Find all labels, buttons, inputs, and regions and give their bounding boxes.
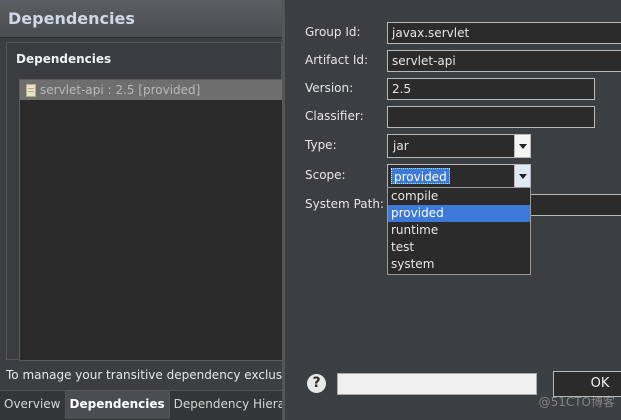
watermark: @51CTO博客 [538, 395, 615, 409]
editor-title: Dependencies [8, 9, 135, 28]
system-path-label: System Path: [305, 197, 384, 211]
editor-header: Dependencies [0, 0, 282, 38]
chevron-down-icon [519, 174, 527, 179]
section-title: Dependencies [16, 52, 112, 66]
scope-label: Scope: [305, 168, 346, 182]
scope-combo[interactable]: provided [387, 164, 531, 188]
artifact-id-field[interactable]: servlet-api [387, 50, 621, 72]
dependency-dialog: Group Id: javax.servlet Artifact Id: ser… [282, 0, 621, 420]
type-dropdown-button[interactable] [514, 135, 530, 157]
scope-option-system[interactable]: system [388, 256, 530, 273]
type-combo[interactable]: jar [387, 134, 531, 158]
list-item[interactable]: servlet-api : 2.5 [provided] [20, 80, 284, 100]
classifier-label: Classifier: [305, 109, 364, 123]
type-value: jar [393, 139, 409, 153]
scope-dropdown-list[interactable]: compile provided runtime test system [387, 187, 531, 275]
scope-value: provided [391, 168, 450, 184]
transitive-hint-text: To manage your transitive dependency exc… [6, 368, 282, 382]
scope-option-runtime[interactable]: runtime [388, 222, 530, 239]
version-field[interactable]: 2.5 [387, 78, 595, 100]
classifier-field[interactable] [387, 106, 595, 128]
status-field [337, 373, 537, 395]
editor-tabs: Overview Dependencies Dependency Hierarc [0, 390, 302, 420]
group-id-field[interactable]: javax.servlet [387, 22, 621, 44]
scope-option-provided[interactable]: provided [388, 205, 530, 222]
version-label: Version: [305, 81, 354, 95]
jar-icon [26, 83, 36, 97]
scope-option-compile[interactable]: compile [388, 188, 530, 205]
dependencies-editor: Dependencies Dependencies servlet-api : … [0, 0, 302, 420]
scope-option-test[interactable]: test [388, 239, 530, 256]
type-label: Type: [305, 138, 337, 152]
scope-dropdown-button[interactable] [514, 165, 530, 187]
dependencies-section: Dependencies servlet-api : 2.5 [provided… [6, 42, 285, 361]
dependency-list[interactable]: servlet-api : 2.5 [provided] [19, 79, 285, 361]
help-icon[interactable]: ? [307, 374, 326, 393]
dependency-label: servlet-api : 2.5 [provided] [40, 83, 201, 97]
tab-overview[interactable]: Overview [0, 391, 66, 419]
system-path-field[interactable] [529, 194, 621, 216]
group-id-label: Group Id: [305, 25, 361, 39]
chevron-down-icon [519, 144, 527, 149]
artifact-id-label: Artifact Id: [305, 53, 369, 67]
tab-dependencies[interactable]: Dependencies [65, 391, 170, 419]
